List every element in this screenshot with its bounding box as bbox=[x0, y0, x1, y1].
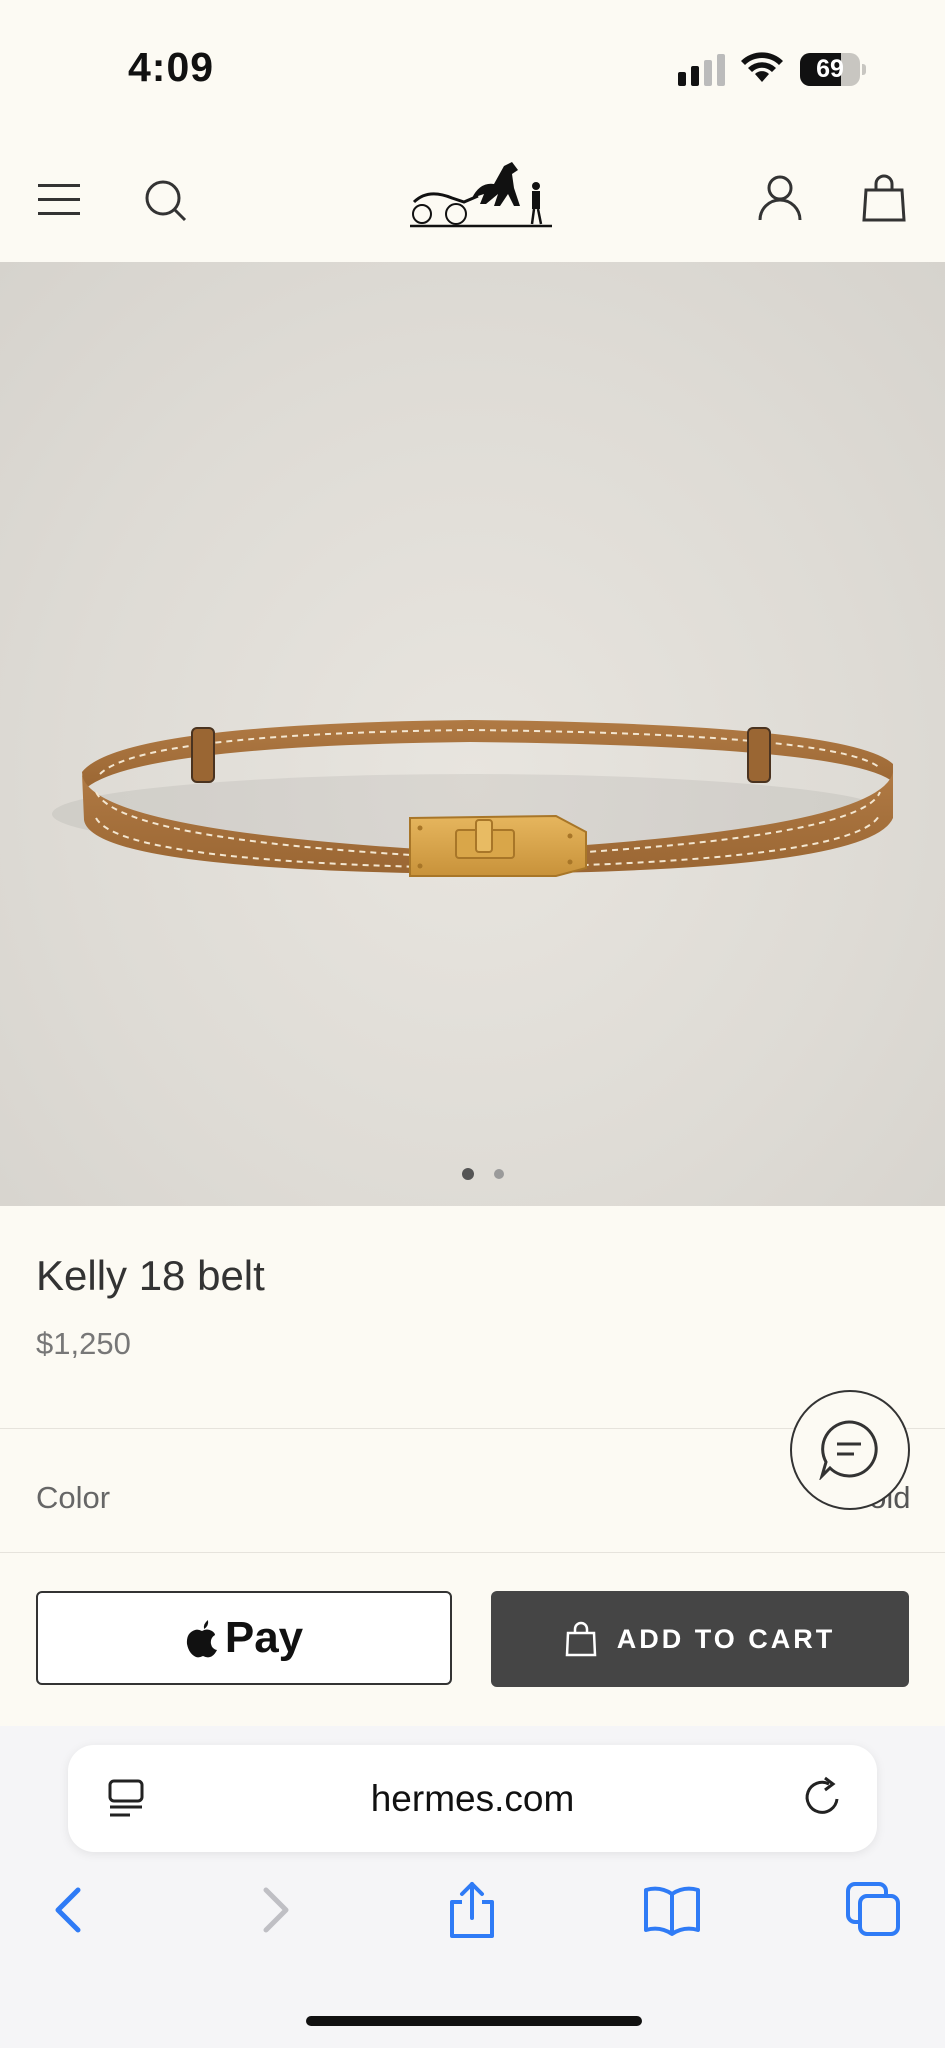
apple-logo-icon bbox=[186, 1620, 217, 1658]
share-icon[interactable] bbox=[442, 1880, 502, 1940]
status-time: 4:09 bbox=[128, 44, 215, 90]
divider bbox=[0, 1552, 945, 1553]
battery-indicator: 69 bbox=[800, 53, 866, 86]
search-icon[interactable] bbox=[143, 178, 189, 224]
address-bar[interactable]: hermes.com bbox=[68, 1745, 877, 1852]
carousel-dots[interactable] bbox=[462, 1168, 512, 1184]
account-icon[interactable] bbox=[757, 174, 803, 222]
battery-level: 69 bbox=[816, 55, 844, 83]
forward-arrow-icon[interactable] bbox=[244, 1880, 304, 1940]
product-title: Kelly 18 belt bbox=[36, 1252, 265, 1299]
add-to-cart-button[interactable]: ADD TO CART bbox=[491, 1591, 909, 1687]
belt-illustration bbox=[52, 720, 893, 877]
shopping-bag-icon[interactable] bbox=[862, 174, 906, 222]
bookmarks-icon[interactable] bbox=[642, 1880, 702, 1940]
chat-bubble-icon bbox=[819, 1420, 878, 1480]
apple-pay-label: Pay bbox=[224, 1613, 304, 1662]
cellular-signal-icon bbox=[678, 54, 725, 86]
menu-icon[interactable] bbox=[36, 180, 84, 220]
carriage-logo[interactable] bbox=[408, 158, 554, 230]
add-to-cart-label: ADD TO CART bbox=[616, 1623, 836, 1654]
carousel-dot[interactable] bbox=[494, 1169, 504, 1179]
product-price: $1,250 bbox=[36, 1326, 131, 1361]
back-arrow-icon[interactable] bbox=[40, 1880, 100, 1940]
product-image[interactable] bbox=[0, 262, 945, 1206]
apple-pay-button[interactable]: Pay bbox=[36, 1591, 452, 1685]
chat-button[interactable] bbox=[790, 1390, 942, 1510]
reload-icon[interactable] bbox=[801, 1775, 845, 1819]
url-text[interactable]: hermes.com bbox=[68, 1745, 877, 1852]
color-label[interactable]: Color bbox=[36, 1480, 110, 1516]
tabs-icon[interactable] bbox=[844, 1880, 904, 1940]
home-indicator[interactable] bbox=[306, 2016, 642, 2026]
carousel-dot-active[interactable] bbox=[462, 1168, 474, 1180]
shopping-bag-icon bbox=[565, 1621, 597, 1657]
wifi-icon bbox=[741, 52, 783, 82]
